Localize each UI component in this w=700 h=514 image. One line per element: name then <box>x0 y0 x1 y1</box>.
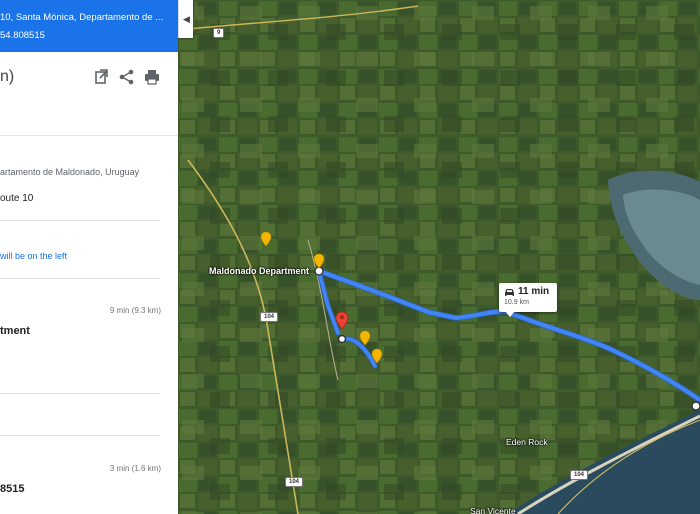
map-label-san-vicente[interactable]: San Vicente <box>470 506 516 514</box>
destination-coordinates: 54.808515 <box>0 30 45 41</box>
car-icon <box>505 289 514 296</box>
directions-header: 10, Santa Mónica, Departamento de ... 54… <box>0 0 178 52</box>
waypoint-marker[interactable] <box>337 334 347 344</box>
road-shield-104: 104 <box>260 312 279 322</box>
chevron-left-icon: ◀ <box>183 14 190 24</box>
step-heading-2[interactable]: 8515 <box>0 483 24 495</box>
divider <box>0 393 160 394</box>
step-heading-1[interactable]: tment <box>0 325 30 337</box>
route-distance: 10.9 km <box>504 299 529 306</box>
collapse-panel-button[interactable]: ◀ <box>178 0 193 38</box>
step-time-1: 9 min (9.3 km) <box>109 306 161 315</box>
print-icon[interactable] <box>143 68 161 86</box>
directions-panel: 10, Santa Mónica, Departamento de ... 54… <box>0 0 178 514</box>
divider <box>0 278 160 279</box>
route-card-pointer <box>505 311 515 317</box>
map-label-eden-rock[interactable]: Eden Rock <box>506 437 548 447</box>
step-time-2: 3 min (1.6 km) <box>109 464 161 473</box>
road-shield-104: 104 <box>285 477 304 487</box>
map-label-maldonado[interactable]: Maldonado Department <box>209 266 309 276</box>
step-arrival-note[interactable]: will be on the left <box>0 251 67 261</box>
open-in-new-icon[interactable] <box>92 68 110 86</box>
divider <box>0 220 160 221</box>
route-summary-text: n) <box>0 68 15 85</box>
divider <box>0 435 160 436</box>
route-info-card[interactable]: 11 min 10.9 km <box>499 283 557 317</box>
step-origin-address: artamento de Maldonado, Uruguay <box>0 167 140 177</box>
satellite-map[interactable]: Maldonado Department Eden Rock San Vicen… <box>178 0 700 514</box>
route-end-marker[interactable] <box>691 401 700 411</box>
route-summary[interactable]: n) <box>0 52 178 136</box>
share-icon[interactable] <box>118 68 136 86</box>
route-duration: 11 min <box>518 286 550 297</box>
destination-address: 10, Santa Mónica, Departamento de ... <box>0 12 164 23</box>
road-shield-104: 104 <box>570 470 589 480</box>
road-shield-9: 9 <box>213 28 225 38</box>
map-imagery <box>178 0 700 514</box>
step-route-name[interactable]: oute 10 <box>0 193 33 204</box>
